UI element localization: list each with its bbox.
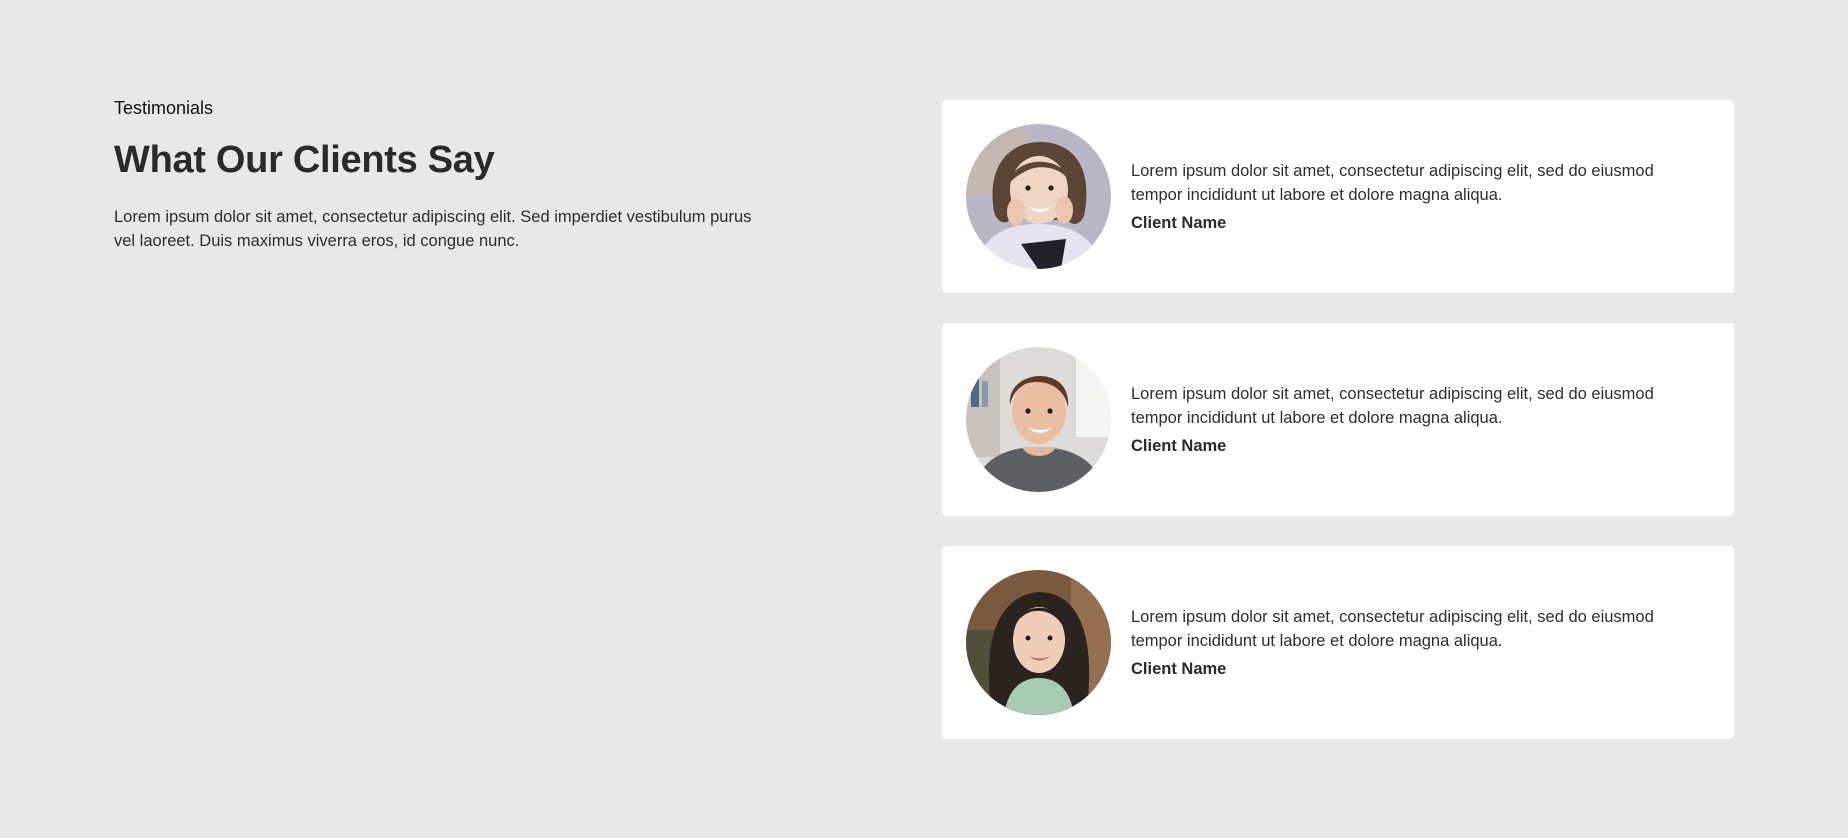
client-photo-man-icon <box>966 347 1111 492</box>
testimonial-quote: Lorem ipsum dolor sit amet, consectetur … <box>1131 608 1654 650</box>
client-avatar <box>966 124 1111 269</box>
testimonial-content: Lorem ipsum dolor sit amet, consectetur … <box>1131 605 1701 680</box>
section-description: Lorem ipsum dolor sit amet, consectetur … <box>114 208 752 250</box>
client-photo-woman-long-hair-icon <box>966 570 1111 715</box>
section-title: What Our Clients Say <box>114 139 495 181</box>
client-avatar <box>966 570 1111 715</box>
testimonials-intro: Testimonials What Our Clients Say Lorem … <box>114 97 764 253</box>
testimonial-content: Lorem ipsum dolor sit amet, consectetur … <box>1131 159 1701 234</box>
testimonial-content: Lorem ipsum dolor sit amet, consectetur … <box>1131 382 1701 457</box>
client-name: Client Name <box>1131 437 1227 455</box>
testimonial-quote: Lorem ipsum dolor sit amet, consectetur … <box>1131 162 1654 204</box>
client-photo-woman-short-hair-icon <box>966 124 1111 269</box>
testimonial-list: Lorem ipsum dolor sit amet, consectetur … <box>942 100 1734 769</box>
testimonial-card: Lorem ipsum dolor sit amet, consectetur … <box>942 100 1734 293</box>
section-eyebrow: Testimonials <box>114 98 214 118</box>
testimonial-card: Lorem ipsum dolor sit amet, consectetur … <box>942 323 1734 516</box>
testimonial-card: Lorem ipsum dolor sit amet, consectetur … <box>942 546 1734 739</box>
client-avatar <box>966 347 1111 492</box>
client-name: Client Name <box>1131 214 1227 232</box>
testimonial-quote: Lorem ipsum dolor sit amet, consectetur … <box>1131 385 1654 427</box>
client-name: Client Name <box>1131 660 1227 678</box>
